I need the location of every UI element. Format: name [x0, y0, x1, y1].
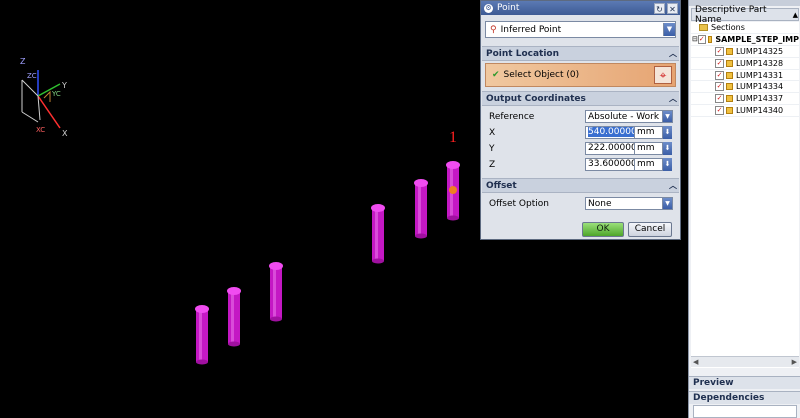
checkbox-icon[interactable]: ✓: [715, 70, 724, 80]
pin-3[interactable]: [269, 262, 283, 322]
part-icon: [726, 83, 733, 91]
y-input[interactable]: 222.000000: [585, 142, 635, 155]
y-axis-label: Y: [61, 81, 67, 90]
reference-row: Reference Absolute - Work Par ▼: [485, 109, 676, 124]
pin-2[interactable]: [227, 287, 241, 347]
part-icon: [726, 107, 733, 115]
inferred-point-icon: ⚲: [490, 24, 497, 35]
point-type-value: Inferred Point: [500, 24, 562, 35]
chevron-down-icon[interactable]: ▼: [662, 111, 672, 122]
x-input[interactable]: 540.000000: [585, 126, 635, 139]
dependencies-panel: [693, 405, 797, 418]
x-label: X: [489, 127, 496, 138]
tree-row-assembly[interactable]: ⊟ ✓ SAMPLE_STEP_IMP: [691, 34, 799, 46]
offset-option-label: Offset Option: [489, 198, 549, 209]
y-label: Y: [489, 143, 495, 154]
tree-row-sections[interactable]: Sections: [691, 22, 799, 34]
tree-row-part[interactable]: ✓ LUMP14328: [691, 58, 799, 70]
checkbox-icon[interactable]: ✓: [715, 106, 724, 116]
checkmark-icon: ✔: [492, 70, 500, 80]
section-title: Output Coordinates: [486, 93, 586, 104]
column-header[interactable]: Descriptive Part Name ▲: [691, 5, 799, 25]
scroll-left-icon[interactable]: ◀: [693, 358, 698, 366]
z-axis-label: Z: [20, 57, 26, 66]
arrow-down-icon[interactable]: ⬇: [663, 126, 672, 139]
checkbox-icon[interactable]: ✓: [697, 34, 706, 44]
tree-row-part[interactable]: ✓ LUMP14331: [691, 70, 799, 82]
annotation-label: 1: [449, 129, 457, 146]
tree-row-part[interactable]: ✓ LUMP14337: [691, 93, 799, 106]
tree-row-part[interactable]: ✓ LUMP14325: [691, 46, 799, 58]
offset-option-value: None: [588, 198, 612, 209]
preview-section[interactable]: Preview: [689, 376, 800, 389]
folder-icon: [699, 23, 708, 31]
assembly-icon: [707, 35, 713, 43]
reference-value: Absolute - Work Par: [588, 111, 662, 122]
offset-option-dropdown[interactable]: None ▼: [585, 197, 673, 210]
dependencies-section[interactable]: Dependencies: [689, 391, 800, 404]
pin-4[interactable]: [371, 204, 385, 264]
checkbox-icon[interactable]: ✓: [715, 82, 724, 92]
section-title: Point Location: [486, 48, 560, 59]
select-object-label: Select Object (0): [503, 70, 580, 80]
collapse-icon[interactable]: ︿: [667, 48, 679, 59]
z-input[interactable]: 33.600000: [585, 158, 635, 171]
gear-icon: ⚙: [484, 3, 493, 13]
horizontal-scrollbar[interactable]: ◀ ▶: [691, 356, 799, 367]
arrow-down-icon[interactable]: ⬇: [663, 142, 672, 155]
reset-icon[interactable]: ↻: [654, 2, 665, 14]
part-icon: [726, 71, 733, 79]
x-axis-label: X: [62, 129, 68, 138]
pin-1[interactable]: [195, 305, 209, 365]
z-label: Z: [489, 159, 496, 170]
offset-option-row: Offset Option None ▼: [485, 196, 676, 211]
collapse-icon[interactable]: ︿: [667, 93, 679, 104]
x-unit[interactable]: mm: [635, 126, 663, 139]
x-row: X 540.000000 mm ⬇: [485, 125, 676, 140]
offset-section-header[interactable]: Offset ︿: [482, 178, 679, 193]
assembly-navigator: Descriptive Part Name ▲ Sections ⊟ ✓ SAM…: [688, 0, 800, 418]
chevron-down-icon[interactable]: ▼: [662, 198, 672, 209]
ok-button[interactable]: OK: [582, 222, 624, 237]
checkbox-icon[interactable]: ✓: [715, 94, 724, 104]
point-type-dropdown[interactable]: ⚲ Inferred Point ▼: [485, 21, 676, 38]
dialog-titlebar[interactable]: ⚙ Point ↻ ✕: [481, 1, 680, 15]
section-title: Offset: [486, 180, 517, 191]
point-dialog[interactable]: ⚙ Point ↻ ✕ ⚲ Inferred Point ▼ Point Loc…: [480, 0, 681, 240]
point-location-section-header[interactable]: Point Location ︿: [482, 46, 679, 61]
y-row: Y 222.000000 mm ⬇: [485, 141, 676, 156]
z-unit[interactable]: mm: [635, 158, 663, 171]
inferred-point-marker[interactable]: [449, 186, 457, 194]
reference-label: Reference: [489, 111, 535, 122]
checkbox-icon[interactable]: ✓: [715, 58, 724, 68]
select-object-row[interactable]: ✔ Select Object (0) ⌖: [485, 63, 676, 87]
z-row: Z 33.600000 mm ⬇: [485, 157, 676, 172]
xc-axis-label: XC: [36, 126, 45, 134]
sort-up-icon[interactable]: ▲: [793, 11, 798, 19]
collapse-icon[interactable]: ︿: [667, 180, 679, 191]
part-icon: [726, 47, 733, 55]
pin-group[interactable]: [195, 161, 460, 365]
arrow-down-icon[interactable]: ⬇: [663, 158, 672, 171]
part-icon: [726, 95, 733, 103]
dialog-title: Point: [497, 3, 520, 13]
tree-row-part[interactable]: ✓ LUMP14334: [691, 81, 799, 94]
output-coordinates-section-header[interactable]: Output Coordinates ︿: [482, 91, 679, 106]
reference-dropdown[interactable]: Absolute - Work Par ▼: [585, 110, 673, 123]
close-icon[interactable]: ✕: [667, 2, 678, 14]
pin-5[interactable]: [414, 179, 428, 239]
tree-row-part[interactable]: ✓ LUMP14340: [691, 105, 799, 118]
chevron-down-icon[interactable]: ▼: [663, 23, 675, 36]
scroll-right-icon[interactable]: ▶: [792, 358, 797, 366]
y-unit[interactable]: mm: [635, 142, 663, 155]
cancel-button[interactable]: Cancel: [628, 222, 672, 237]
yc-axis-label: YC: [51, 90, 61, 98]
coordinate-triad: Z ZC Y YC X XC: [20, 57, 68, 138]
zc-axis-label: ZC: [27, 72, 37, 80]
checkbox-icon[interactable]: ✓: [715, 46, 724, 56]
point-dialog-crosshair-button[interactable]: ⌖: [654, 66, 672, 84]
part-tree[interactable]: Sections ⊟ ✓ SAMPLE_STEP_IMP ✓ LUMP14325…: [691, 22, 799, 368]
part-icon: [726, 59, 733, 67]
